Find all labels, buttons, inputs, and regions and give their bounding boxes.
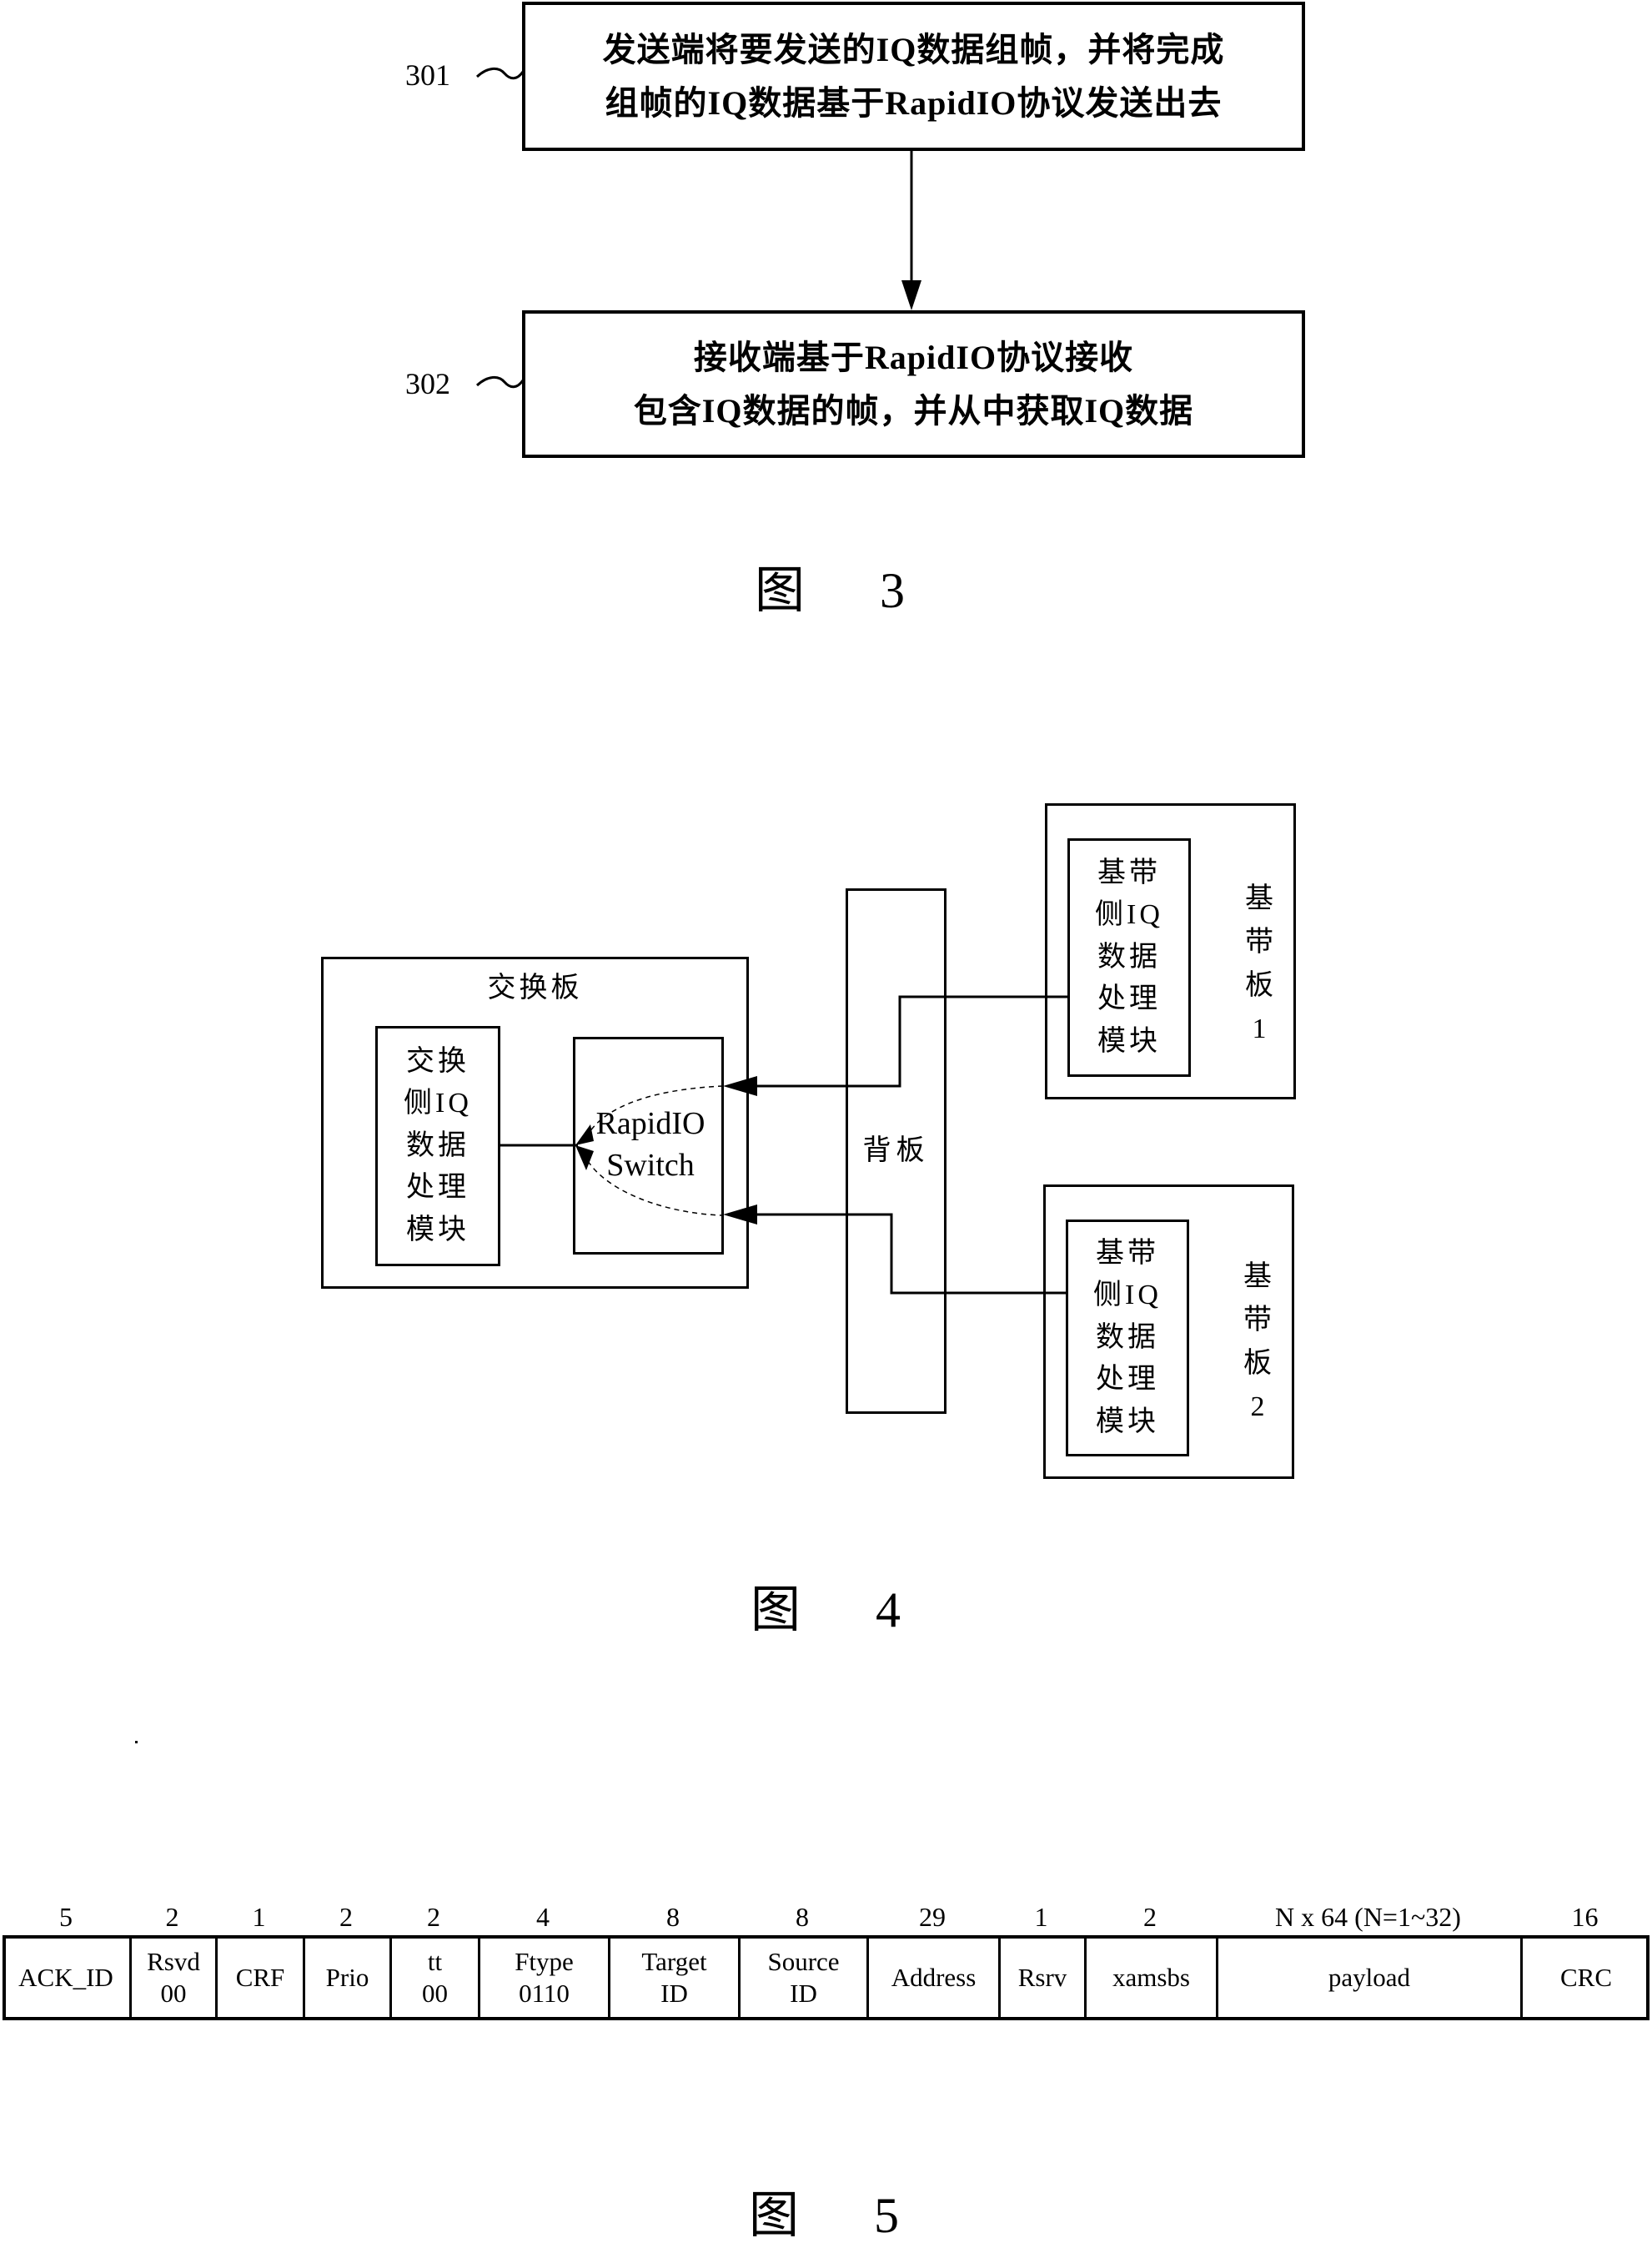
field-cell: Rsvd 00 xyxy=(129,1935,215,2020)
step-302-line-2: 包含IQ数据的帧，并从中获取IQ数据 xyxy=(633,391,1194,430)
field-name-line: 0110 xyxy=(519,1979,570,2008)
scan-speck xyxy=(135,1741,138,1743)
field-cell: Address xyxy=(866,1935,998,2020)
module-line: 数据 xyxy=(1096,1321,1159,1353)
field-name-line: Rsrv xyxy=(1017,1963,1067,1992)
field-name-line: Ftype xyxy=(515,1947,574,1976)
figure-4-caption: 图 4 xyxy=(751,1583,901,1637)
board-label-char: 基 xyxy=(1245,883,1273,914)
module-line: 交换 xyxy=(406,1045,469,1077)
field-name-line: CRC xyxy=(1559,1963,1613,1992)
board-label-char: 2 xyxy=(1250,1391,1265,1422)
figure-3-caption: 图 3 xyxy=(755,564,905,617)
field-cell: CRC xyxy=(1520,1935,1649,2020)
field-name-line: 00 xyxy=(422,1979,448,2008)
field-name-line: Target xyxy=(641,1947,707,1976)
baseband-board-2-label: 基 带 板 2 xyxy=(1233,1255,1283,1429)
figure-5-caption: 图 5 xyxy=(749,2189,899,2242)
module-line: 处理 xyxy=(406,1172,469,1204)
field-name-line: 00 xyxy=(160,1979,187,2008)
field-bit-width: 8 xyxy=(796,1902,809,1932)
step-302-line-1: 接收端基于RapidIO协议接收 xyxy=(693,338,1134,376)
caption-prefix: 图 xyxy=(755,563,805,618)
field-name-line: ACK_ID xyxy=(18,1963,113,1992)
module-line: 模块 xyxy=(406,1214,469,1245)
field-bit-width: 5 xyxy=(59,1902,73,1932)
field-cell: payload xyxy=(1216,1935,1520,2020)
step-label-302: 302 xyxy=(405,367,450,400)
switch-board-title: 交换板 xyxy=(487,973,583,1003)
field-name-line: CRF xyxy=(235,1963,285,1992)
module-line: 侧IQ xyxy=(1095,899,1163,931)
field-bit-width: 2 xyxy=(165,1902,179,1932)
board-label-char: 板 xyxy=(1243,1348,1272,1379)
caption-prefix: 图 xyxy=(749,2188,799,2243)
step-301-line-1: 发送端将要发送的IQ数据组帧，并将完成 xyxy=(602,30,1225,68)
field-name-line: ID xyxy=(660,1979,688,2008)
field-name-line: payload xyxy=(1328,1963,1411,1992)
module-line: 侧IQ xyxy=(404,1088,472,1119)
caption-number: 5 xyxy=(874,2188,899,2243)
field-name-line: ID xyxy=(790,1979,817,2008)
field-bit-width: 2 xyxy=(427,1902,440,1932)
baseband-side-iq-module-1: 基带 侧IQ 数据 处理 模块 xyxy=(1067,838,1191,1077)
module-line: 模块 xyxy=(1096,1406,1159,1437)
field-name-line: Address xyxy=(891,1963,977,1992)
field-bit-width: 29 xyxy=(919,1902,946,1932)
step-box-302: 接收端基于RapidIO协议接收 包含IQ数据的帧，并从中获取IQ数据 xyxy=(522,310,1305,458)
field-bit-width: N x 64 (N=1~32) xyxy=(1275,1902,1461,1932)
field-bit-width: 4 xyxy=(536,1902,550,1932)
caption-prefix: 图 xyxy=(751,1582,801,1637)
field-cell: Rsrv xyxy=(998,1935,1084,2020)
step-301-line-2: 组帧的IQ数据基于RapidIO协议发送出去 xyxy=(605,83,1223,122)
module-line: 处理 xyxy=(1097,983,1161,1015)
field-bit-width: 2 xyxy=(1143,1902,1157,1932)
field-cell: Prio xyxy=(303,1935,389,2020)
field-name-line: Source xyxy=(767,1947,840,1976)
field-cell: tt 00 xyxy=(389,1935,478,2020)
field-cell: ACK_ID xyxy=(3,1935,129,2020)
field-cell: Source ID xyxy=(738,1935,866,2020)
switch-side-iq-module: 交换 侧IQ 数据 处理 模块 xyxy=(375,1026,500,1266)
baseband-side-iq-module-2: 基带 侧IQ 数据 处理 模块 xyxy=(1066,1220,1189,1456)
module-line: 侧IQ xyxy=(1093,1280,1162,1311)
tilde-302 xyxy=(475,376,525,389)
switch-line: RapidIO xyxy=(595,1106,705,1141)
field-cell: xamsbs xyxy=(1084,1935,1216,2020)
rapidio-switch-label: RapidIO Switch xyxy=(584,1103,717,1186)
step-label-301: 301 xyxy=(405,58,450,92)
board-label-char: 带 xyxy=(1245,927,1273,958)
baseband-board-1-label: 基 带 板 1 xyxy=(1234,878,1284,1051)
step-box-301: 发送端将要发送的IQ数据组帧，并将完成 组帧的IQ数据基于RapidIO协议发送… xyxy=(522,2,1305,151)
module-line: 数据 xyxy=(1097,941,1161,973)
board-label-char: 1 xyxy=(1252,1013,1267,1044)
backplane-label: 背板 xyxy=(862,1135,930,1166)
field-name-line: Prio xyxy=(325,1963,369,1992)
field-cell: Target ID xyxy=(608,1935,738,2020)
caption-number: 3 xyxy=(880,563,905,618)
field-cell: Ftype 0110 xyxy=(478,1935,608,2020)
board-label-char: 基 xyxy=(1243,1261,1272,1292)
field-cell: CRF xyxy=(215,1935,303,2020)
module-line: 基带 xyxy=(1096,1237,1159,1269)
field-bit-width: 1 xyxy=(252,1902,266,1932)
module-line: 基带 xyxy=(1097,857,1161,888)
module-line: 数据 xyxy=(406,1129,469,1161)
switch-line: Switch xyxy=(606,1148,695,1183)
board-label-char: 带 xyxy=(1243,1305,1272,1335)
field-bit-width: 1 xyxy=(1034,1902,1048,1932)
field-name-line: xamsbs xyxy=(1112,1963,1190,1992)
caption-number: 4 xyxy=(876,1582,901,1637)
tilde-301 xyxy=(475,68,525,80)
module-line: 模块 xyxy=(1097,1025,1161,1057)
board-label-char: 板 xyxy=(1245,970,1273,1001)
field-bit-width: 2 xyxy=(339,1902,353,1932)
field-name-line: Rsvd xyxy=(147,1947,200,1976)
field-bit-width: 16 xyxy=(1571,1902,1599,1932)
module-line: 处理 xyxy=(1096,1364,1159,1396)
field-bit-width: 8 xyxy=(666,1902,680,1932)
flow-arrow-head xyxy=(901,280,921,310)
field-name-line: tt xyxy=(427,1947,443,1976)
